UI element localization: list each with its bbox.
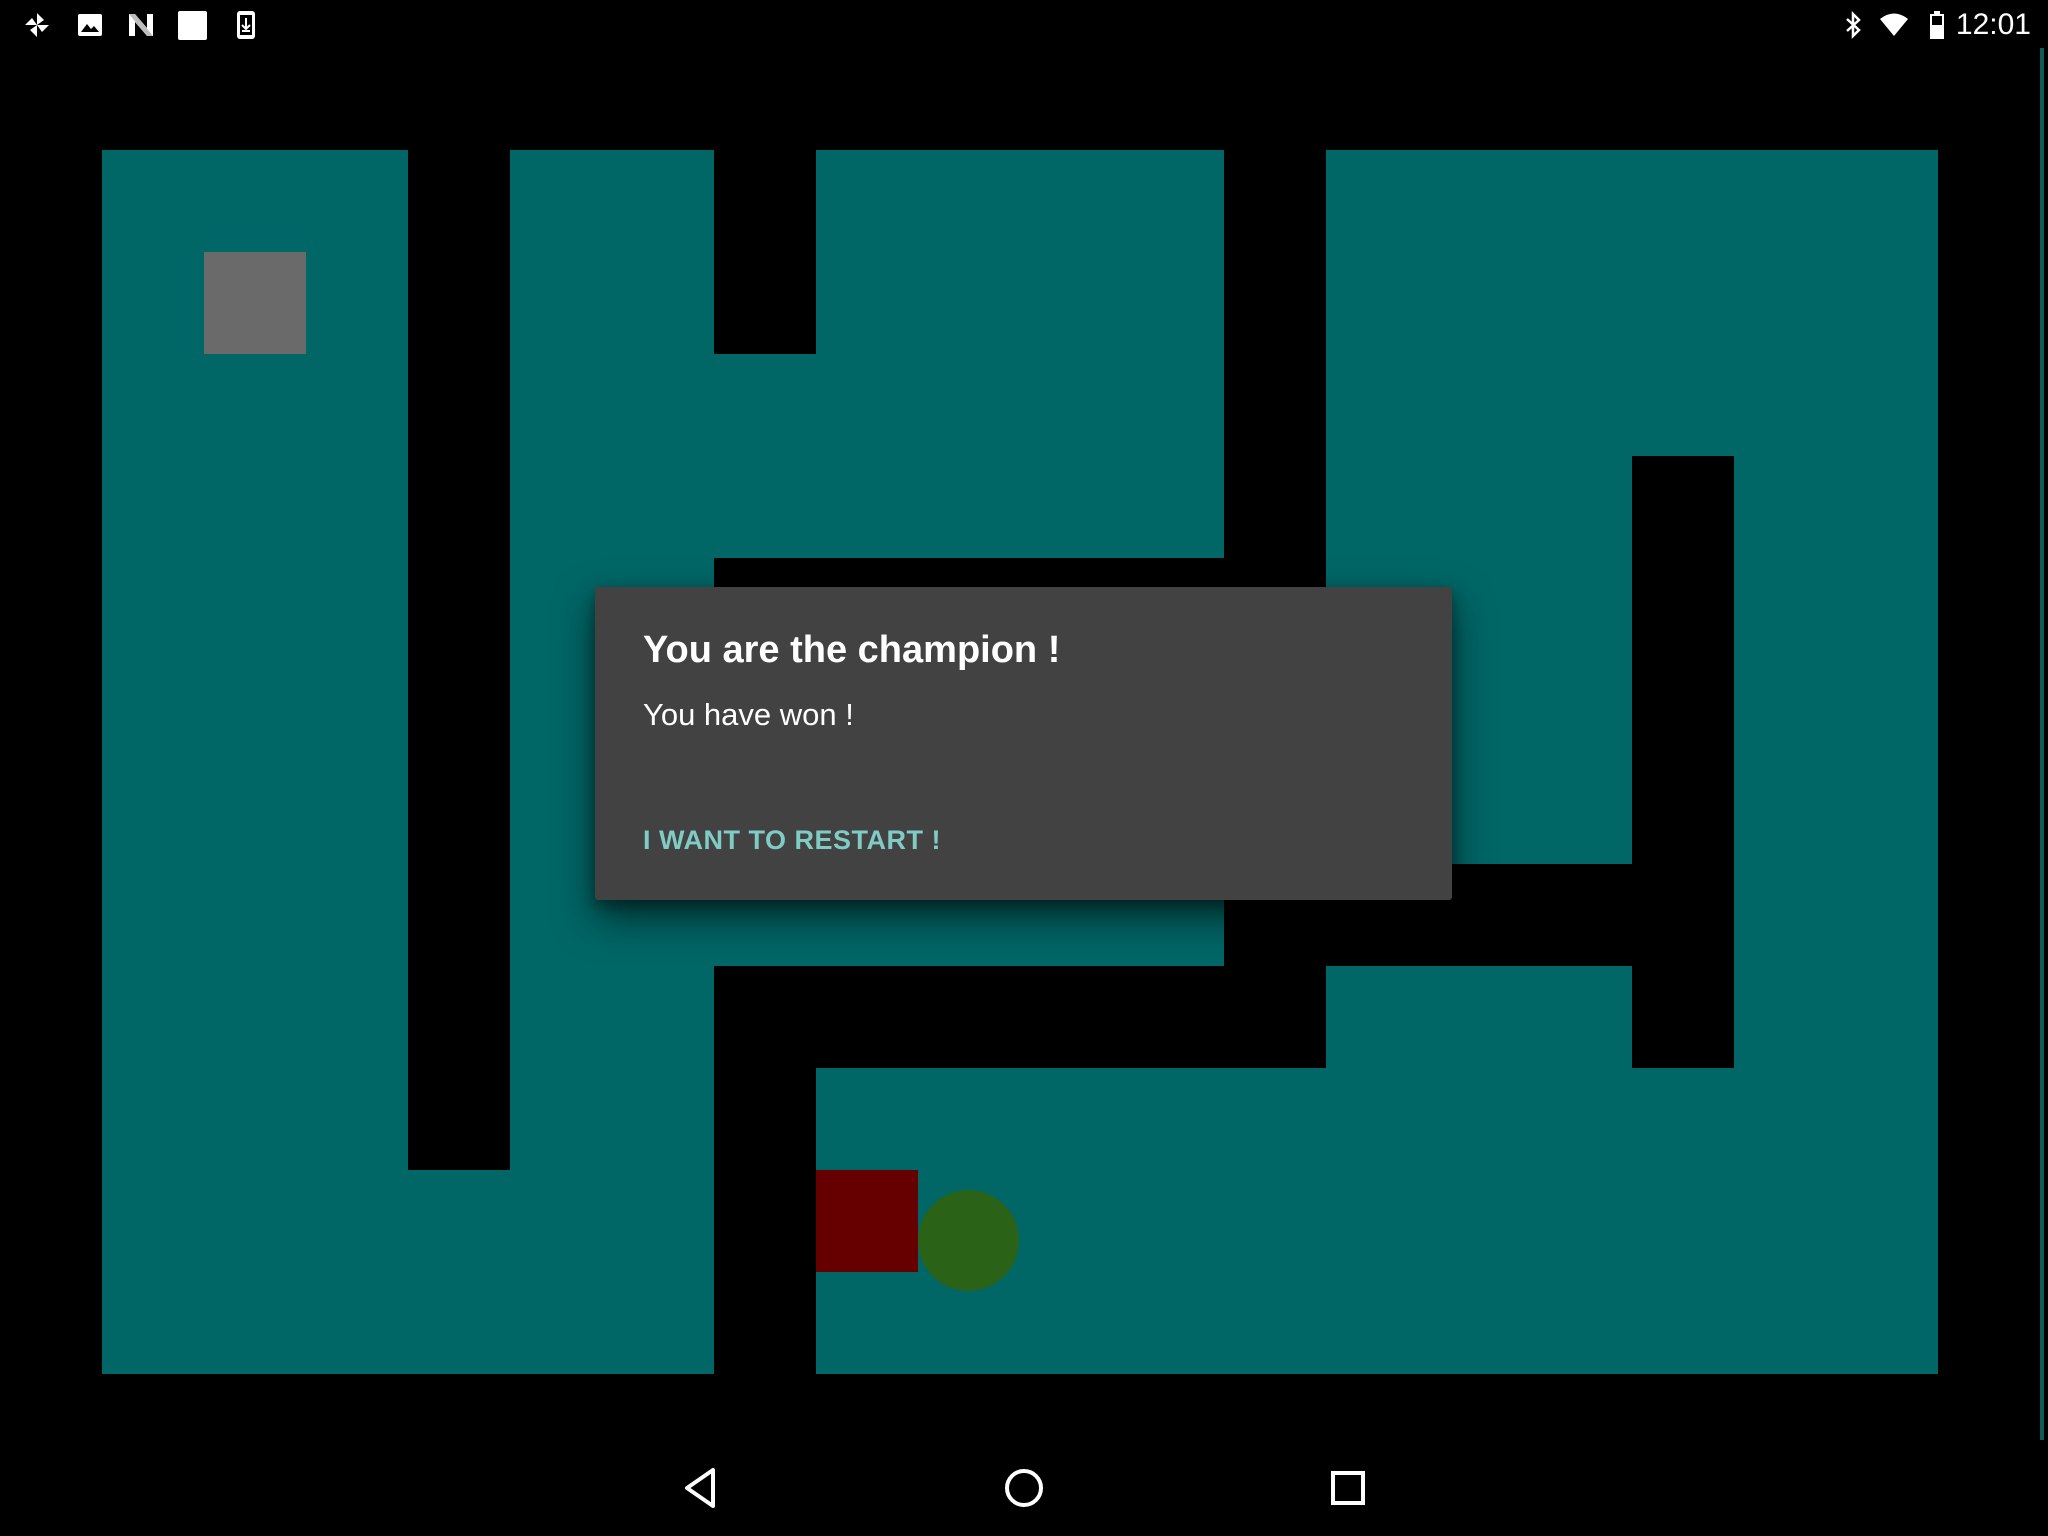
navigation-bar: [0, 1440, 2048, 1536]
maze-floor: [714, 354, 816, 558]
home-icon[interactable]: [994, 1458, 1054, 1518]
exit-tile: [204, 252, 306, 354]
win-dialog: You are the champion ! You have won ! I …: [595, 587, 1452, 900]
dialog-title: You are the champion !: [643, 629, 1061, 671]
maze-floor: [1326, 150, 1938, 456]
maze-floor: [816, 150, 1224, 558]
player-ball[interactable]: [918, 1190, 1019, 1291]
recents-icon[interactable]: [1318, 1458, 1378, 1518]
maze-floor: [1734, 456, 1938, 1068]
dialog-message: You have won !: [643, 697, 854, 732]
restart-button[interactable]: I WANT TO RESTART !: [627, 815, 957, 866]
maze-floor: [408, 1170, 510, 1374]
enemy-block: [816, 1170, 918, 1272]
game-screen: 12:01 You are the champion ! You have wo…: [0, 0, 2048, 1536]
back-icon[interactable]: [672, 1458, 732, 1518]
maze-floor: [1326, 966, 1632, 1068]
